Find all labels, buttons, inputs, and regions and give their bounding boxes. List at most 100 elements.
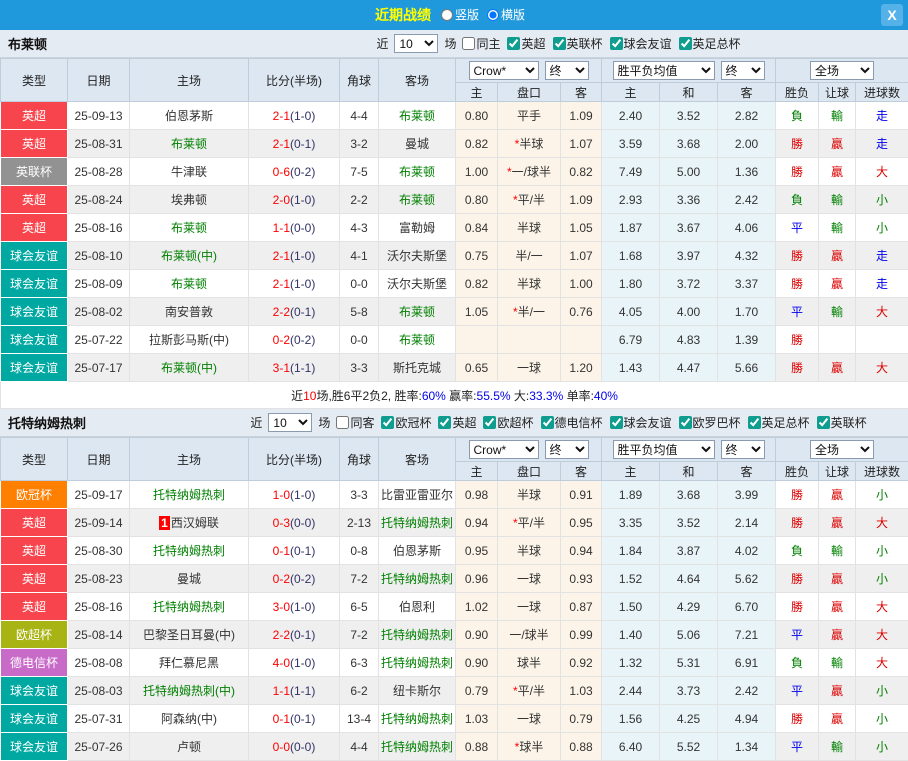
- handicap-result: 輸: [819, 298, 856, 326]
- odds-stage-select[interactable]: 终: [545, 440, 589, 459]
- scope-select[interactable]: 全场: [810, 61, 874, 80]
- match-row: 德电信杯25-08-08拜仁慕尼黑4-0(1-0)6-3托特纳姆热刺0.90球半…: [1, 649, 908, 677]
- league-filter[interactable]: 球会友谊: [607, 414, 672, 431]
- match-date: 25-08-10: [68, 242, 130, 270]
- layout-option[interactable]: 竖版: [441, 6, 479, 23]
- asian-away-odds: 0.92: [561, 649, 602, 677]
- avg-stage-select[interactable]: 终: [721, 61, 765, 80]
- asian-handicap: 半球: [498, 214, 561, 242]
- odds-company-select[interactable]: Crow*: [469, 61, 539, 80]
- goals-result: 大: [856, 621, 908, 649]
- match-score: 2-0(1-0): [249, 186, 340, 214]
- same-venue-filter[interactable]: 同主: [459, 35, 500, 52]
- league-filter[interactable]: 欧冠杯: [378, 414, 431, 431]
- match-row: 球会友谊25-08-03托特纳姆热刺(中)1-1(1-1)6-2纽卡斯尔0.79…: [1, 677, 908, 705]
- away-team: 布莱顿: [379, 102, 456, 130]
- corner-score: 5-8: [340, 298, 379, 326]
- league-checkbox[interactable]: [438, 416, 451, 429]
- league-filter[interactable]: 英超: [435, 414, 476, 431]
- match-result: 勝: [776, 593, 819, 621]
- same-venue-checkbox[interactable]: [336, 416, 349, 429]
- goals-result: 小: [856, 186, 908, 214]
- recent-prefix-label: 近: [250, 414, 262, 431]
- avg-away-odds: 4.02: [718, 537, 776, 565]
- recent-results-panel: 近期战绩 竖版横版 X 布莱顿近10场同主英超英联杯球会友谊英足总杯类型日期主场…: [0, 0, 908, 761]
- league-checkbox[interactable]: [381, 416, 394, 429]
- league-filter[interactable]: 欧罗巴杯: [676, 414, 741, 431]
- away-team-name: 布莱顿: [399, 305, 435, 319]
- col-header-score: 比分(半场): [249, 438, 340, 481]
- avg-home-odds: 1.52: [602, 565, 660, 593]
- recent-count-select[interactable]: 10: [394, 34, 438, 53]
- goals-result: 大: [856, 593, 908, 621]
- asian-home-odds: 0.98: [456, 481, 498, 509]
- goals-result: 小: [856, 481, 908, 509]
- full-time-score: 0-2: [273, 333, 290, 347]
- goals-result: 走: [856, 242, 908, 270]
- match-result: 負: [776, 649, 819, 677]
- avg-away-odds: 3.99: [718, 481, 776, 509]
- asian-home-odds: 0.82: [456, 130, 498, 158]
- match-date: 25-07-22: [68, 326, 130, 354]
- home-team: 阿森纳(中): [130, 705, 249, 733]
- away-team-name: 托特纳姆热刺: [381, 712, 453, 726]
- asian-away-odds: 0.91: [561, 481, 602, 509]
- avg-away-odds: 6.91: [718, 649, 776, 677]
- recent-count-select[interactable]: 10: [268, 413, 312, 432]
- col-header-home: 主场: [130, 438, 249, 481]
- avg-type-select[interactable]: 胜平负均值: [613, 61, 715, 80]
- match-date: 25-07-17: [68, 354, 130, 382]
- home-team: 曼城: [130, 565, 249, 593]
- league-type-badge: 英超: [1, 565, 68, 593]
- summary-segment: 近: [291, 389, 303, 403]
- layout-radio[interactable]: [487, 9, 499, 21]
- match-score: 0-2(0-2): [249, 326, 340, 354]
- handicap-name: 一/球半: [512, 165, 551, 179]
- avg-stage-select[interactable]: 终: [721, 440, 765, 459]
- league-filter[interactable]: 球会友谊: [607, 35, 672, 52]
- same-venue-checkbox[interactable]: [462, 37, 475, 50]
- league-checkbox[interactable]: [483, 416, 496, 429]
- league-checkbox[interactable]: [507, 37, 520, 50]
- league-filter[interactable]: 英联杯: [814, 414, 867, 431]
- away-team: 曼城: [379, 130, 456, 158]
- close-button[interactable]: X: [881, 4, 903, 26]
- full-time-score: 3-0: [273, 600, 290, 614]
- col-header-odds-away: 客: [561, 83, 602, 102]
- handicap-result: [819, 326, 856, 354]
- avg-away-odds: 5.66: [718, 354, 776, 382]
- layout-option[interactable]: 横版: [487, 6, 525, 23]
- half-time-score: (1-1): [290, 361, 315, 375]
- match-score: 0-1(0-1): [249, 705, 340, 733]
- odds-company-select[interactable]: Crow*: [469, 440, 539, 459]
- league-checkbox[interactable]: [817, 416, 830, 429]
- same-venue-filter[interactable]: 同客: [333, 414, 374, 431]
- league-filter[interactable]: 英足总杯: [676, 35, 741, 52]
- league-checkbox[interactable]: [541, 416, 554, 429]
- col-header-away: 客场: [379, 59, 456, 102]
- league-checkbox[interactable]: [679, 37, 692, 50]
- layout-radio[interactable]: [441, 9, 453, 21]
- col-header-score: 比分(半场): [249, 59, 340, 102]
- league-filter[interactable]: 英超: [504, 35, 545, 52]
- scope-select[interactable]: 全场: [810, 440, 874, 459]
- league-checkbox[interactable]: [610, 416, 623, 429]
- match-row: 球会友谊25-08-10布莱顿(中)2-1(1-0)4-1沃尔夫斯堡0.75半/…: [1, 242, 908, 270]
- away-team: 托特纳姆热刺: [379, 509, 456, 537]
- league-filter[interactable]: 德电信杯: [538, 414, 603, 431]
- col-header-avg-home: 主: [602, 83, 660, 102]
- asian-home-odds: 0.75: [456, 242, 498, 270]
- league-filter[interactable]: 英足总杯: [745, 414, 810, 431]
- match-score: 1-0(1-0): [249, 481, 340, 509]
- avg-type-select[interactable]: 胜平负均值: [613, 440, 715, 459]
- match-result: 平: [776, 214, 819, 242]
- corner-score: 6-3: [340, 649, 379, 677]
- league-checkbox[interactable]: [748, 416, 761, 429]
- avg-away-odds: 1.36: [718, 158, 776, 186]
- league-checkbox[interactable]: [553, 37, 566, 50]
- league-checkbox[interactable]: [610, 37, 623, 50]
- league-filter[interactable]: 欧超杯: [480, 414, 533, 431]
- league-checkbox[interactable]: [679, 416, 692, 429]
- league-filter[interactable]: 英联杯: [550, 35, 603, 52]
- odds-stage-select[interactable]: 终: [545, 61, 589, 80]
